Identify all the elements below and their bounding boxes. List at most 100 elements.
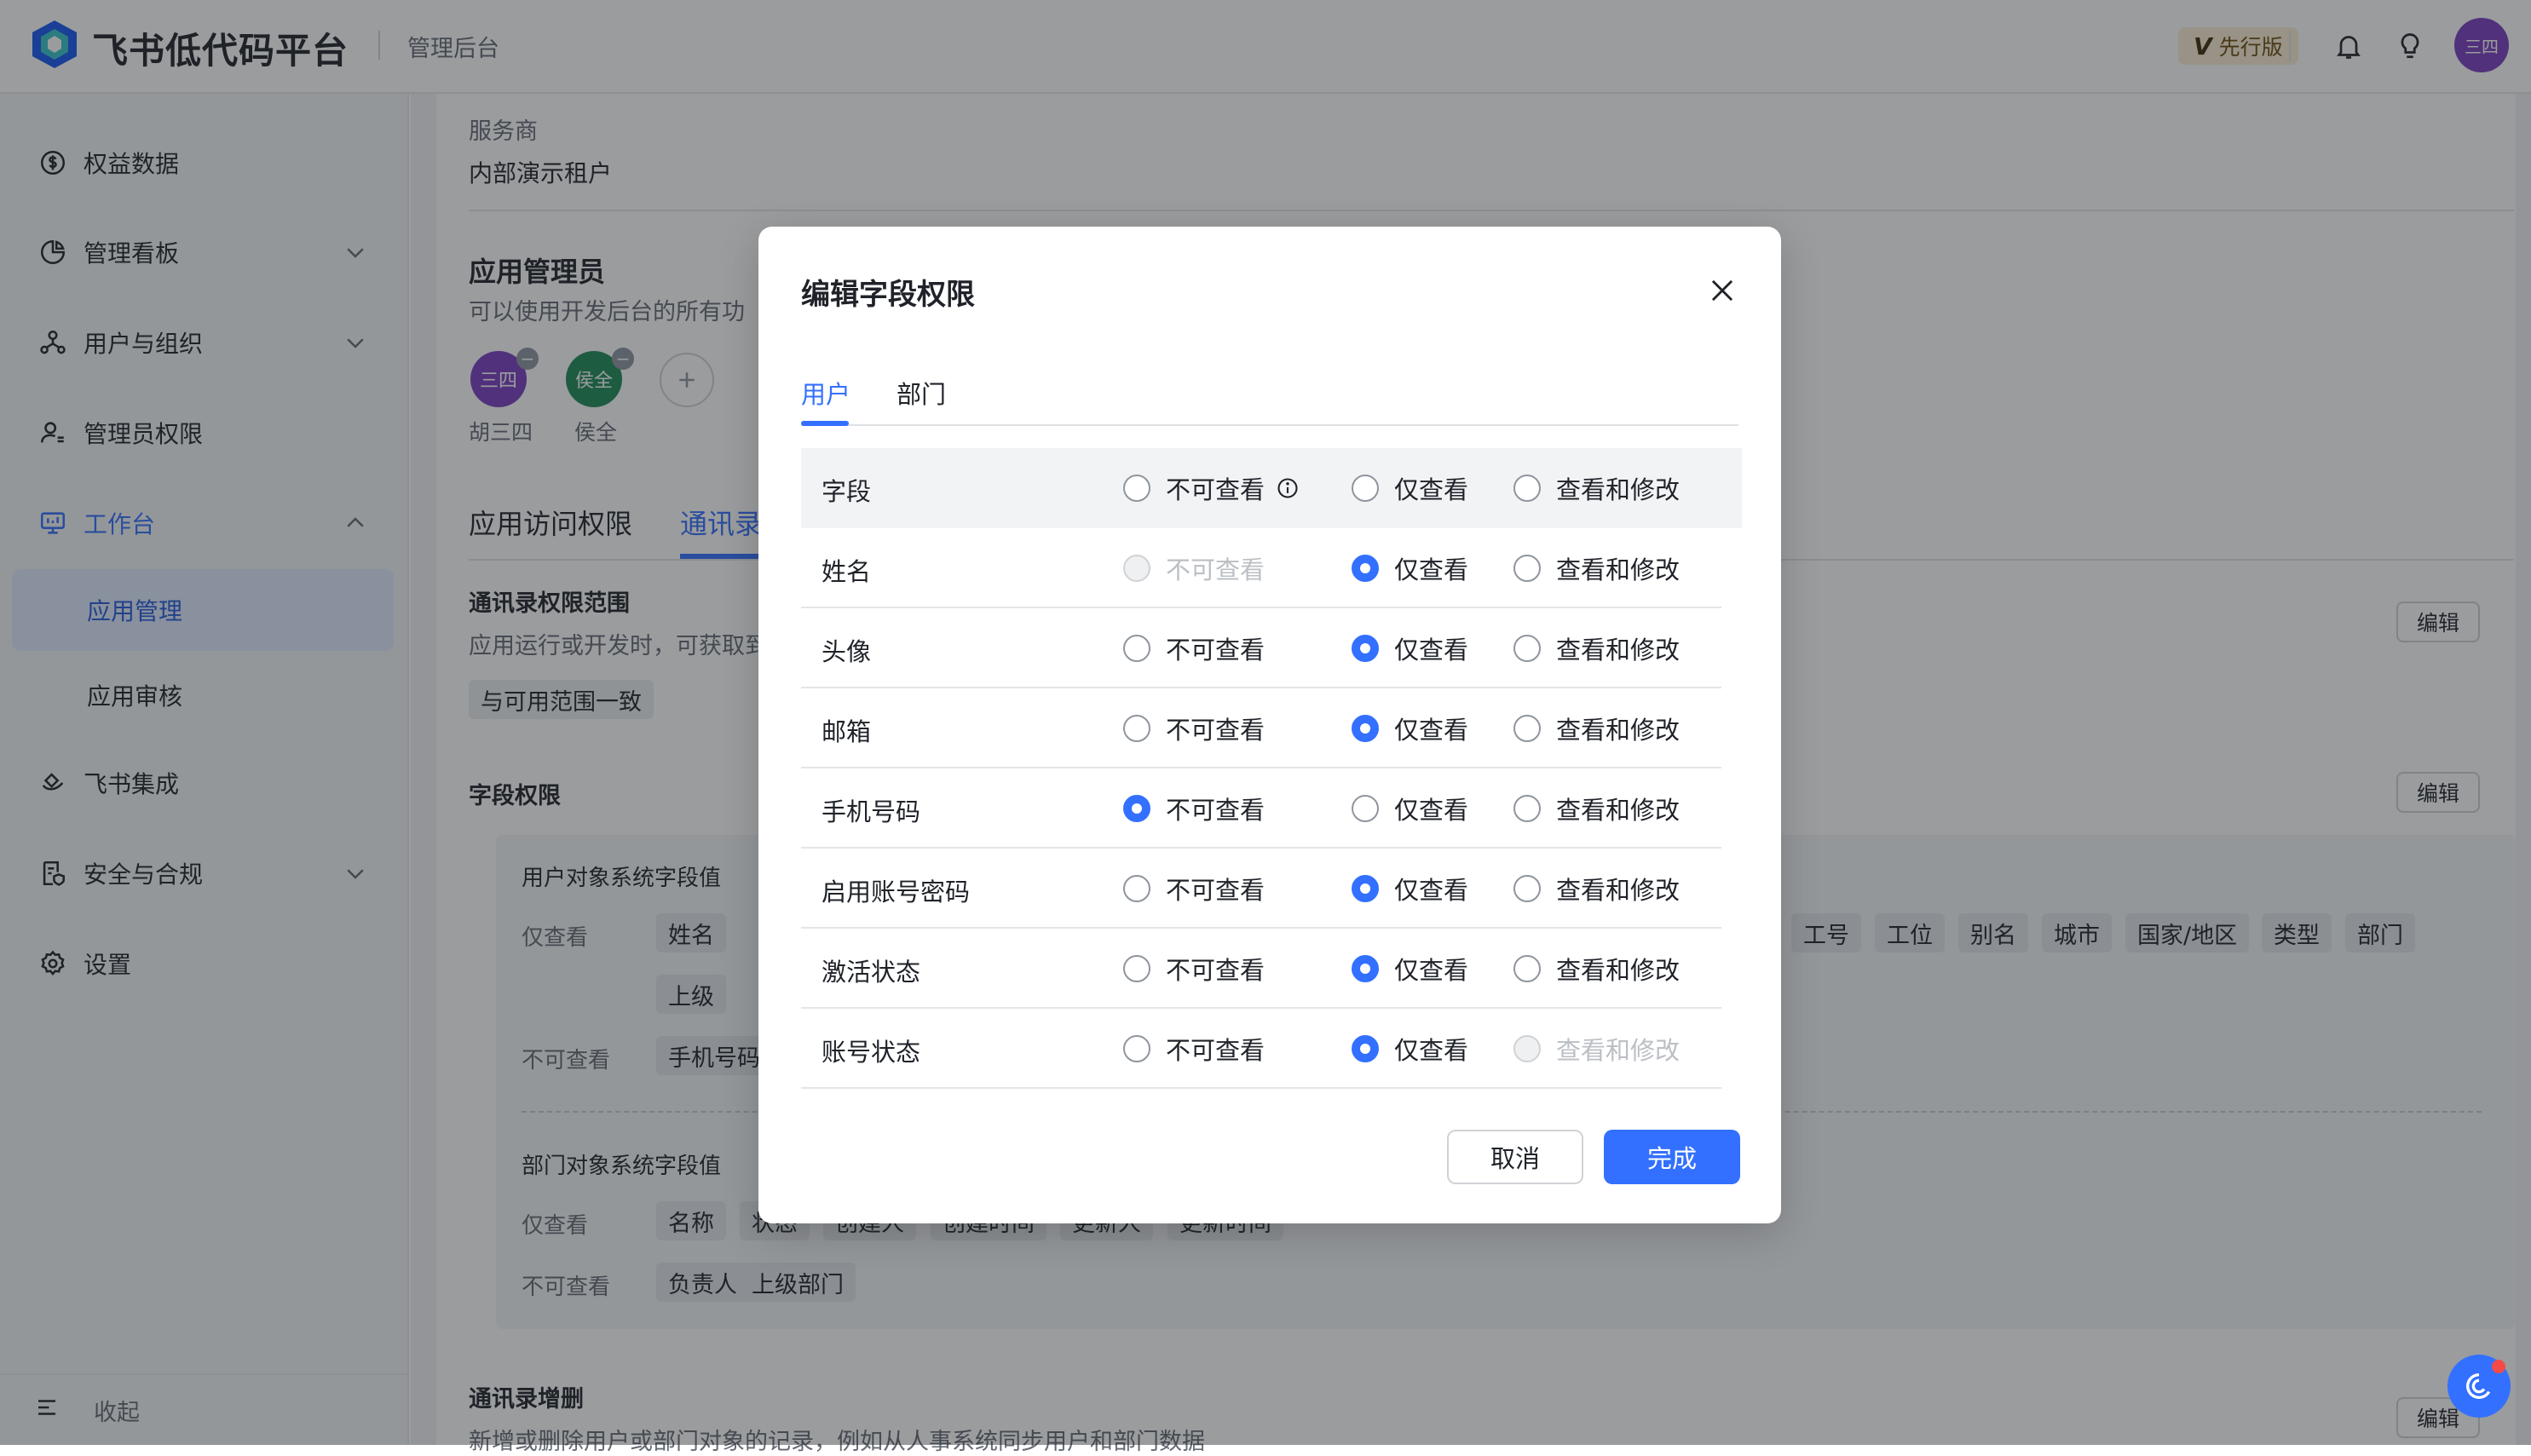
table-row: 姓名 不可查看 仅查看 查看和修改: [801, 528, 1721, 608]
field-name: 手机号码: [822, 797, 921, 826]
header-option-edit[interactable]: 查看和修改: [1513, 469, 1680, 508]
tab-ink: [801, 421, 849, 426]
option-label: 不可查看: [1166, 555, 1266, 584]
permission-option[interactable]: 不可查看: [1123, 1029, 1265, 1068]
help-chat-icon: [2466, 1373, 2491, 1399]
radio-edit[interactable]: [1513, 875, 1541, 902]
permission-option[interactable]: 仅查看: [1352, 1029, 1468, 1068]
option-label: 不可查看: [1166, 956, 1266, 985]
permission-option[interactable]: 仅查看: [1352, 709, 1468, 748]
done-button[interactable]: 完成: [1604, 1130, 1740, 1184]
option-label: 仅查看: [1394, 956, 1469, 985]
option-label: 不可查看: [1166, 796, 1266, 825]
permission-option[interactable]: 不可查看: [1123, 869, 1265, 908]
tab-users[interactable]: 用户: [801, 375, 850, 411]
radio-hidden[interactable]: [1123, 635, 1150, 662]
option-label: 查看和修改: [1556, 876, 1681, 905]
radio-view[interactable]: [1352, 955, 1379, 982]
radio-hidden[interactable]: [1123, 475, 1150, 502]
table-row: 头像 不可查看 仅查看 查看和修改: [801, 608, 1721, 688]
radio-edit[interactable]: [1513, 635, 1541, 662]
option-label: 仅查看: [1394, 636, 1469, 665]
permission-option: 查看和修改: [1513, 1029, 1680, 1068]
option-label: 查看和修改: [1556, 716, 1681, 745]
radio-view[interactable]: [1352, 1035, 1379, 1062]
option-label: 不可查看: [1166, 1036, 1266, 1065]
tab-departments[interactable]: 部门: [897, 375, 946, 411]
option-label: 不可查看: [1166, 716, 1266, 745]
cancel-button[interactable]: 取消: [1447, 1130, 1583, 1184]
radio-view[interactable]: [1352, 875, 1379, 902]
edit-field-permissions-dialog: 编辑字段权限 用户 部门 字段 不可查看 仅查看 查看和修改 姓名 不可查看仅查…: [758, 227, 1781, 1223]
permission-table: 字段 不可查看 仅查看 查看和修改 姓名 不可查看 仅查看 查看和修改 头像 不可查看 仅查…: [801, 448, 1742, 1089]
option-label: 查看和修改: [1556, 475, 1681, 504]
field-name: 姓名: [822, 557, 872, 586]
radio-view[interactable]: [1352, 475, 1379, 502]
permission-option[interactable]: 查看和修改: [1513, 949, 1680, 988]
field-name: 启用账号密码: [822, 878, 971, 906]
radio-hidden[interactable]: [1123, 875, 1150, 902]
radio-hidden[interactable]: [1123, 715, 1150, 742]
table-row: 账号状态 不可查看 仅查看 查看和修改: [801, 1009, 1721, 1089]
table-row: 邮箱 不可查看 仅查看 查看和修改: [801, 688, 1721, 768]
radio-view[interactable]: [1352, 555, 1379, 582]
permission-rows: 姓名 不可查看 仅查看 查看和修改 头像 不可查看 仅查看 查看和修改 邮箱 不可查看 仅查看 查看和…: [801, 528, 1742, 1089]
permission-option[interactable]: 查看和修改: [1513, 869, 1680, 908]
permission-option: 不可查看: [1123, 549, 1265, 588]
info-icon[interactable]: [1275, 475, 1300, 501]
permission-option[interactable]: 不可查看: [1123, 949, 1265, 988]
header-option-hidden[interactable]: 不可查看: [1123, 469, 1300, 508]
radio-view[interactable]: [1352, 795, 1379, 822]
permission-option[interactable]: 查看和修改: [1513, 789, 1680, 828]
permission-option[interactable]: 不可查看: [1123, 629, 1265, 668]
permission-option[interactable]: 仅查看: [1352, 629, 1468, 668]
permission-option[interactable]: 仅查看: [1352, 869, 1468, 908]
radio-edit[interactable]: [1513, 555, 1541, 582]
option-label: 不可查看: [1166, 876, 1266, 905]
radio-hidden: [1123, 555, 1150, 582]
option-label: 仅查看: [1394, 796, 1469, 825]
option-label: 查看和修改: [1556, 1036, 1681, 1065]
permission-option[interactable]: 查看和修改: [1513, 549, 1680, 588]
radio-hidden[interactable]: [1123, 955, 1150, 982]
permission-option[interactable]: 仅查看: [1352, 949, 1468, 988]
permission-option[interactable]: 仅查看: [1352, 789, 1468, 828]
radio-edit[interactable]: [1513, 475, 1541, 502]
radio-view[interactable]: [1352, 635, 1379, 662]
radio-edit[interactable]: [1513, 715, 1541, 742]
option-label: 不可查看: [1166, 475, 1266, 504]
header-option-view[interactable]: 仅查看: [1352, 469, 1468, 508]
field-name: 账号状态: [822, 1038, 921, 1067]
option-label: 查看和修改: [1556, 796, 1681, 825]
permission-option[interactable]: 查看和修改: [1513, 709, 1680, 748]
dialog-title: 编辑字段权限: [801, 278, 975, 312]
radio-hidden[interactable]: [1123, 795, 1150, 822]
table-row: 手机号码 不可查看 仅查看 查看和修改: [801, 768, 1721, 849]
radio-edit[interactable]: [1513, 955, 1541, 982]
option-label: 仅查看: [1394, 555, 1469, 584]
notification-dot: [2492, 1360, 2505, 1373]
permission-option[interactable]: 仅查看: [1352, 549, 1468, 588]
option-label: 仅查看: [1394, 716, 1469, 745]
permission-option[interactable]: 不可查看: [1123, 709, 1265, 748]
table-row: 激活状态 不可查看 仅查看 查看和修改: [801, 929, 1721, 1009]
close-icon: [1711, 279, 1733, 302]
option-label: 仅查看: [1394, 876, 1469, 905]
permission-option[interactable]: 不可查看: [1123, 789, 1265, 828]
radio-view[interactable]: [1352, 715, 1379, 742]
radio-hidden[interactable]: [1123, 1035, 1150, 1062]
option-label: 不可查看: [1166, 636, 1266, 665]
table-row: 启用账号密码 不可查看 仅查看 查看和修改: [801, 849, 1721, 929]
option-label: 查看和修改: [1556, 956, 1681, 985]
option-label: 仅查看: [1394, 1036, 1469, 1065]
dialog-tabs: 用户 部门: [801, 366, 1738, 426]
close-button[interactable]: [1703, 271, 1742, 310]
table-header-row: 字段 不可查看 仅查看 查看和修改: [801, 448, 1742, 528]
option-label: 查看和修改: [1556, 636, 1681, 665]
field-name: 激活状态: [822, 958, 921, 987]
radio-edit: [1513, 1035, 1541, 1062]
radio-edit[interactable]: [1513, 795, 1541, 822]
permission-option[interactable]: 查看和修改: [1513, 629, 1680, 668]
field-name: 头像: [822, 637, 872, 666]
column-header-field: 字段: [822, 477, 872, 506]
